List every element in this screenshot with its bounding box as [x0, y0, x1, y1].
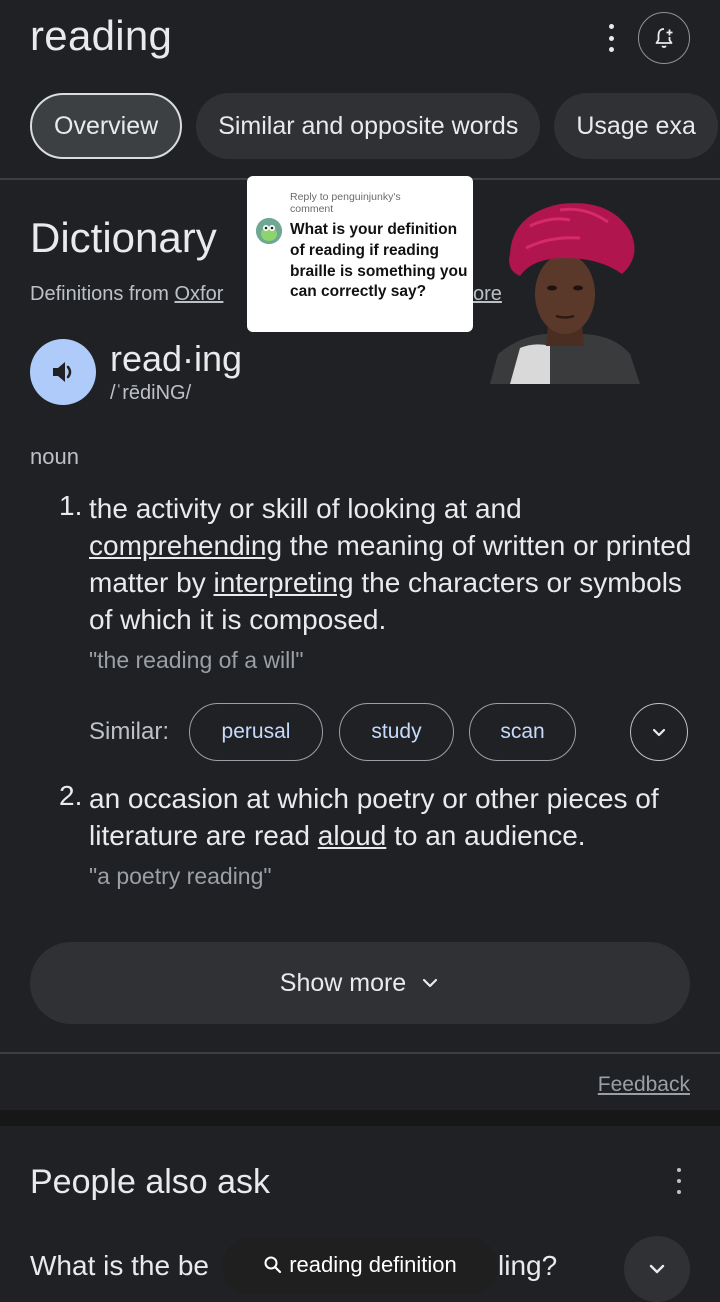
- term-link[interactable]: comprehending: [89, 530, 282, 561]
- similar-label: Similar:: [89, 718, 170, 745]
- example-2: "a poetry reading": [89, 863, 272, 889]
- term-link[interactable]: interpreting: [213, 567, 353, 598]
- creator-video-overlay: [490, 196, 640, 384]
- reply-header: Reply to penguinjunky's comment: [290, 191, 401, 215]
- term-link[interactable]: aloud: [318, 820, 387, 851]
- phonetic: /ˈrēdiNG/: [110, 382, 192, 404]
- search-pill-label: reading definition: [289, 1252, 457, 1277]
- more-vert-icon[interactable]: [600, 24, 622, 52]
- search-pill[interactable]: reading definition: [222, 1238, 498, 1294]
- section-separator: [0, 1110, 720, 1126]
- tab-similar-opposite[interactable]: Similar and opposite words: [196, 93, 541, 159]
- chevron-down-icon: [423, 978, 438, 988]
- reply-comment-bubble: Reply to penguinjunky's comment What is …: [247, 176, 473, 332]
- similar-chip-study[interactable]: study: [339, 703, 454, 761]
- definition-1: the activity or skill of looking at and …: [89, 490, 699, 638]
- more-vert-icon[interactable]: [674, 1168, 684, 1194]
- example-1: "the reading of a will": [89, 647, 304, 673]
- part-of-speech: noun: [30, 444, 79, 469]
- paa-question[interactable]: What is the be: [30, 1250, 209, 1282]
- bell-plus-icon: [655, 28, 673, 48]
- commenter-avatar: [256, 218, 282, 244]
- feedback-link[interactable]: Feedback: [598, 1073, 690, 1097]
- divider: [0, 1052, 720, 1054]
- dictionary-title: Dictionary: [30, 214, 217, 261]
- source-prefix: Definitions from: [30, 283, 175, 305]
- tab-usage-examples[interactable]: Usage exa: [554, 93, 718, 159]
- paa-expand-button[interactable]: [624, 1236, 690, 1302]
- tab-bar: Overview Similar and opposite words Usag…: [30, 93, 718, 159]
- page-title: reading: [30, 12, 173, 59]
- search-icon: [264, 1256, 282, 1274]
- definition-text: to an audience.: [386, 820, 586, 851]
- tab-overview[interactable]: Overview: [30, 93, 183, 159]
- headword: read·ing: [110, 338, 243, 379]
- show-more-label: Show more: [279, 968, 407, 997]
- paa-question-end: ling?: [498, 1250, 558, 1281]
- paa-question-start: What is the be: [30, 1250, 209, 1281]
- dictionary-source: Definitions from Oxfor: [30, 283, 223, 306]
- definition-number: 2.: [59, 780, 83, 811]
- chevron-down-icon: [649, 1264, 665, 1274]
- show-more-button[interactable]: Show more: [30, 942, 690, 1024]
- source-link[interactable]: Oxfor: [175, 283, 224, 305]
- expand-similar-button[interactable]: [630, 703, 688, 761]
- notification-add-button[interactable]: [638, 12, 690, 64]
- pronounce-button[interactable]: [30, 339, 96, 405]
- similar-chip-perusal[interactable]: perusal: [189, 703, 323, 761]
- definition-number: 1.: [59, 490, 83, 521]
- similar-chip-scan[interactable]: scan: [469, 703, 576, 761]
- volume-icon: [53, 362, 72, 382]
- reply-text: What is your definition of reading if re…: [290, 221, 468, 301]
- definition-2: an occasion at which poetry or other pie…: [89, 780, 699, 854]
- definition-text: the activity or skill of looking at and: [89, 493, 522, 524]
- people-also-ask-title: People also ask: [30, 1163, 271, 1201]
- chevron-down-icon: [652, 728, 666, 737]
